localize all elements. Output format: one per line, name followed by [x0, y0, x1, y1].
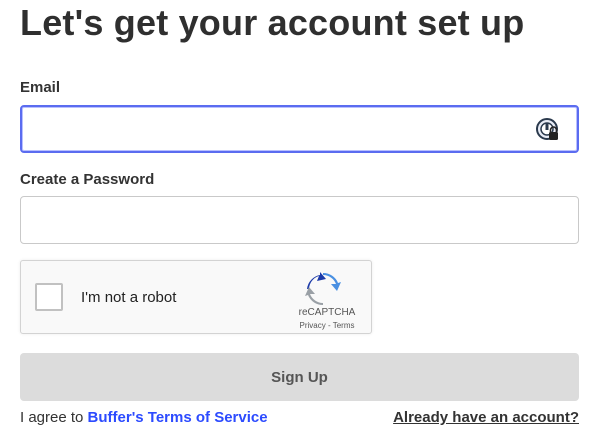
- email-field[interactable]: [20, 105, 579, 153]
- terms-agreement: I agree to Buffer's Terms of Service: [20, 409, 268, 426]
- sign-up-button[interactable]: Sign Up: [20, 353, 579, 401]
- terms-of-service-link[interactable]: Buffer's Terms of Service: [88, 409, 268, 426]
- page-title: Let's get your account set up: [20, 2, 525, 43]
- recaptcha-checkbox-label: I'm not a robot: [81, 289, 177, 306]
- password-manager-icon[interactable]: [535, 117, 561, 143]
- terms-agreement-text: I agree to: [20, 409, 88, 426]
- recaptcha-links: Privacy - Terms: [291, 321, 363, 330]
- login-link[interactable]: Already have an account?: [393, 409, 579, 426]
- recaptcha-privacy-link[interactable]: Privacy: [300, 321, 326, 330]
- password-field[interactable]: [20, 196, 579, 244]
- recaptcha-brand: reCAPTCHA: [298, 307, 356, 318]
- recaptcha-terms-link[interactable]: Terms: [333, 321, 355, 330]
- password-label: Create a Password: [20, 171, 155, 188]
- recaptcha-links-separator: -: [325, 321, 333, 330]
- email-label: Email: [20, 79, 61, 96]
- recaptcha-checkbox[interactable]: [35, 283, 63, 311]
- recaptcha-widget: I'm not a robot reCAPTCHA Privacy - Term…: [20, 260, 372, 334]
- recaptcha-logo-icon: [305, 272, 341, 306]
